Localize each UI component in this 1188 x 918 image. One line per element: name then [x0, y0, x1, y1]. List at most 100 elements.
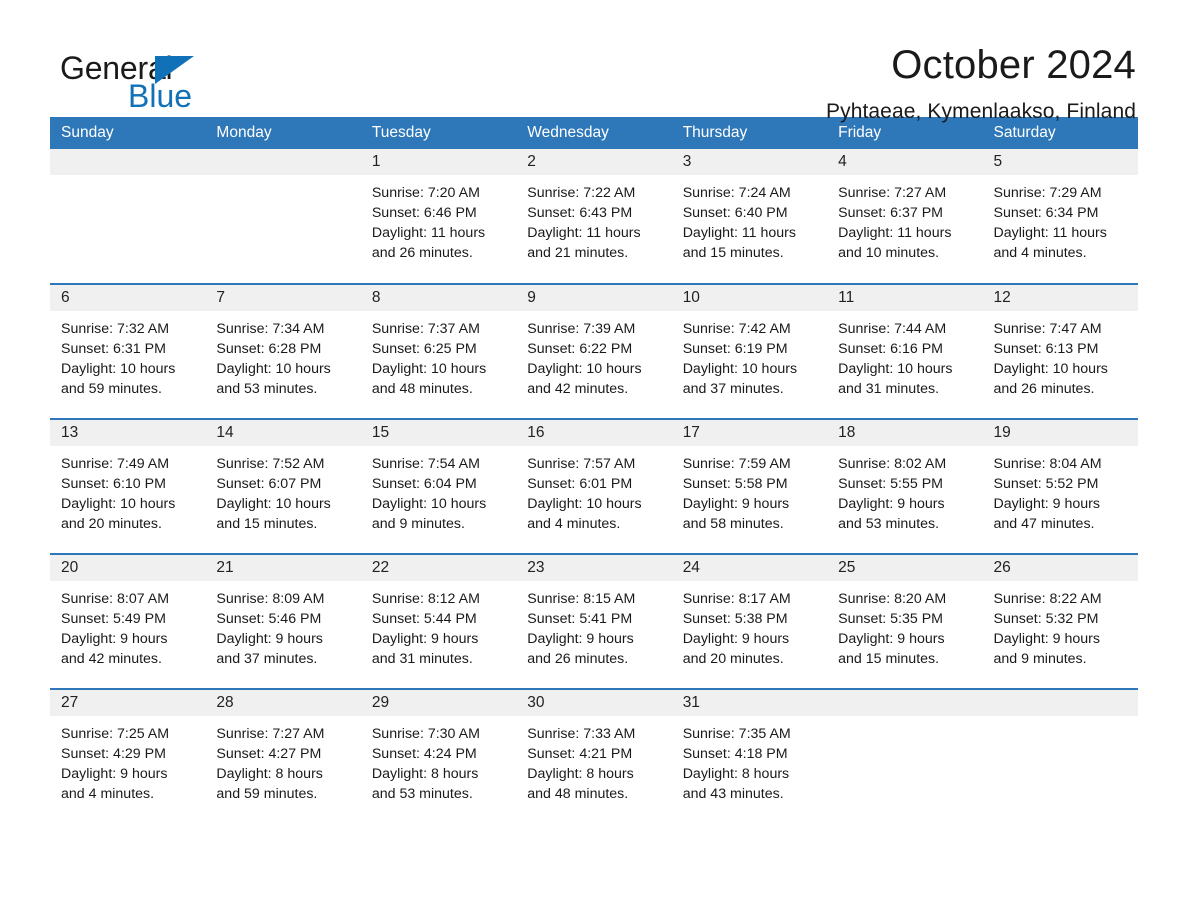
day-cell: 10 Sunrise: 7:42 AM Sunset: 6:19 PM Dayligh… — [671, 285, 828, 418]
daylight-duration-line2: and 48 minutes. — [527, 786, 629, 803]
calendar-day-cell[interactable]: 10 Sunrise: 7:42 AM Sunset: 6:19 PM Dayligh… — [671, 283, 828, 420]
page-header: General Blue October 2024 Pyhtaeae, Kyme… — [50, 0, 1138, 123]
calendar-day-cell[interactable]: 3 Sunrise: 7:24 AM Sunset: 6:40 PM Daylight… — [671, 149, 828, 285]
daylight-duration-line2: and 4 minutes. — [993, 245, 1087, 262]
calendar-day-cell[interactable]: 31 Sunrise: 7:35 AM Sunset: 4:18 PM Dayligh… — [671, 688, 828, 825]
sunset-time: Sunset: 6:16 PM — [838, 341, 943, 358]
day-cell: 25 Sunrise: 8:20 AM Sunset: 5:35 PM Dayligh… — [827, 555, 983, 688]
calendar-week-row: 20 Sunrise: 8:07 AM Sunset: 5:49 PM Dayligh… — [50, 553, 1138, 690]
daylight-duration-line1: Daylight: 10 hours — [682, 361, 798, 378]
day-cell: 5 Sunrise: 7:29 AM Sunset: 6:34 PM Daylight… — [982, 149, 1138, 282]
daylight-duration-line1: Daylight: 11 hours — [682, 225, 796, 242]
calendar-day-cell[interactable]: 1 Sunrise: 7:20 AM Sunset: 6:46 PM Daylight… — [360, 149, 517, 285]
day-number: 18 — [827, 420, 983, 447]
calendar-day-cell[interactable]: 24 Sunrise: 8:17 AM Sunset: 5:38 PM Dayligh… — [671, 553, 828, 690]
sunset-time: Sunset: 6:46 PM — [371, 205, 477, 222]
day-cell: 27 Sunrise: 7:25 AM Sunset: 4:29 PM Dayligh… — [50, 690, 206, 823]
sunrise-time: Sunrise: 8:17 AM — [682, 591, 791, 608]
calendar-day-cell[interactable]: 19 Sunrise: 8:04 AM Sunset: 5:52 PM Dayligh… — [982, 418, 1138, 555]
sunrise-time: Sunrise: 8:09 AM — [216, 591, 325, 608]
day-cell: 21 Sunrise: 8:09 AM Sunset: 5:46 PM Dayligh… — [205, 555, 361, 688]
daylight-duration-line2: and 59 minutes. — [61, 381, 162, 398]
calendar-day-cell[interactable]: 20 Sunrise: 8:07 AM Sunset: 5:49 PM Dayligh… — [50, 553, 206, 690]
sunset-time: Sunset: 5:35 PM — [838, 611, 943, 628]
daylight-duration-line2: and 42 minutes. — [527, 381, 629, 398]
daylight-duration-line2: and 47 minutes. — [993, 516, 1095, 533]
day-cell: 15 Sunrise: 7:54 AM Sunset: 6:04 PM Dayligh… — [360, 420, 517, 553]
day-cell: 6 Sunrise: 7:32 AM Sunset: 6:31 PM Daylight… — [50, 285, 206, 418]
sunrise-time: Sunrise: 7:32 AM — [61, 321, 170, 338]
sunset-time: Sunset: 6:25 PM — [371, 341, 477, 358]
daylight-duration-line1: Daylight: 9 hours — [527, 631, 634, 648]
day-number: 10 — [671, 285, 828, 312]
sunset-time: Sunset: 5:58 PM — [682, 476, 788, 493]
location-subtitle: Pyhtaeae, Kymenlaakso, Finland — [825, 100, 1136, 123]
calendar-day-cell[interactable]: 30 Sunrise: 7:33 AM Sunset: 4:21 PM Dayligh… — [516, 688, 672, 825]
sunset-time: Sunset: 6:22 PM — [527, 341, 633, 358]
day-details: Sunrise: 7:42 AM Sunset: 6:19 PM Daylight:… — [672, 311, 827, 399]
day-number — [205, 149, 361, 176]
brand-name-blue: Blue — [128, 78, 193, 114]
day-cell: 26 Sunrise: 8:22 AM Sunset: 5:32 PM Dayligh… — [982, 555, 1138, 688]
sunset-time: Sunset: 6:40 PM — [682, 205, 788, 222]
sunset-time: Sunset: 5:38 PM — [682, 611, 788, 628]
day-number: 9 — [516, 285, 672, 312]
day-details: Sunrise: 7:49 AM Sunset: 6:10 PM Daylight:… — [50, 446, 205, 534]
calendar-day-cell[interactable]: 17 Sunrise: 7:59 AM Sunset: 5:58 PM Dayligh… — [671, 418, 828, 555]
calendar-day-cell[interactable]: 11 Sunrise: 7:44 AM Sunset: 6:16 PM Dayligh… — [827, 283, 983, 420]
calendar-day-cell[interactable]: 14 Sunrise: 7:52 AM Sunset: 6:07 PM Dayligh… — [205, 418, 361, 555]
calendar-day-cell — [982, 688, 1138, 825]
calendar-day-cell[interactable]: 6 Sunrise: 7:32 AM Sunset: 6:31 PM Daylight… — [50, 283, 206, 420]
sunset-time: Sunset: 6:04 PM — [371, 476, 477, 493]
calendar-day-cell[interactable]: 9 Sunrise: 7:39 AM Sunset: 6:22 PM Daylight… — [516, 283, 672, 420]
sunrise-time: Sunrise: 8:20 AM — [838, 591, 947, 608]
calendar-day-cell[interactable]: 22 Sunrise: 8:12 AM Sunset: 5:44 PM Dayligh… — [360, 553, 517, 690]
calendar-day-cell[interactable]: 23 Sunrise: 8:15 AM Sunset: 5:41 PM Dayligh… — [516, 553, 672, 690]
calendar-day-cell[interactable]: 13 Sunrise: 7:49 AM Sunset: 6:10 PM Dayligh… — [50, 418, 206, 555]
sunrise-time: Sunrise: 7:20 AM — [371, 185, 480, 202]
calendar-day-cell — [50, 149, 206, 285]
day-cell: 29 Sunrise: 7:30 AM Sunset: 4:24 PM Dayligh… — [360, 690, 517, 823]
day-number: 8 — [360, 285, 517, 312]
day-number: 27 — [50, 690, 206, 717]
calendar-day-cell[interactable]: 4 Sunrise: 7:27 AM Sunset: 6:37 PM Daylight… — [827, 149, 983, 285]
sunset-time: Sunset: 6:31 PM — [61, 341, 166, 358]
calendar-day-cell[interactable]: 8 Sunrise: 7:37 AM Sunset: 6:25 PM Daylight… — [360, 283, 517, 420]
calendar-day-cell[interactable]: 25 Sunrise: 8:20 AM Sunset: 5:35 PM Dayligh… — [827, 553, 983, 690]
calendar-day-cell[interactable]: 2 Sunrise: 7:22 AM Sunset: 6:43 PM Daylight… — [516, 149, 672, 285]
calendar-day-cell[interactable]: 29 Sunrise: 7:30 AM Sunset: 4:24 PM Dayligh… — [360, 688, 517, 825]
sunrise-time: Sunrise: 7:39 AM — [527, 321, 636, 338]
sunset-time: Sunset: 4:27 PM — [216, 746, 322, 763]
daylight-duration-line2: and 26 minutes. — [993, 381, 1095, 398]
sunrise-time: Sunrise: 7:47 AM — [993, 321, 1102, 338]
daylight-duration-line1: Daylight: 10 hours — [527, 361, 642, 378]
sunrise-time: Sunrise: 8:02 AM — [838, 456, 947, 473]
day-number: 2 — [516, 149, 672, 176]
day-number: 15 — [360, 420, 517, 447]
calendar-day-cell[interactable]: 26 Sunrise: 8:22 AM Sunset: 5:32 PM Dayligh… — [982, 553, 1138, 690]
daylight-duration-line2: and 15 minutes. — [216, 516, 318, 533]
calendar-day-cell[interactable]: 15 Sunrise: 7:54 AM Sunset: 6:04 PM Dayligh… — [360, 418, 517, 555]
day-cell: 19 Sunrise: 8:04 AM Sunset: 5:52 PM Dayligh… — [982, 420, 1138, 553]
day-details: Sunrise: 7:37 AM Sunset: 6:25 PM Daylight:… — [361, 311, 516, 399]
calendar-day-cell[interactable]: 27 Sunrise: 7:25 AM Sunset: 4:29 PM Dayligh… — [50, 688, 206, 825]
sunset-time: Sunset: 6:34 PM — [993, 205, 1099, 222]
daylight-duration-line1: Daylight: 10 hours — [993, 361, 1108, 378]
calendar-day-cell[interactable]: 16 Sunrise: 7:57 AM Sunset: 6:01 PM Dayligh… — [516, 418, 672, 555]
calendar-day-cell[interactable]: 28 Sunrise: 7:27 AM Sunset: 4:27 PM Dayligh… — [205, 688, 361, 825]
day-number: 7 — [205, 285, 361, 312]
calendar-day-cell[interactable]: 18 Sunrise: 8:02 AM Sunset: 5:55 PM Dayligh… — [827, 418, 983, 555]
daylight-duration-line2: and 9 minutes. — [993, 651, 1087, 668]
day-number: 17 — [671, 420, 828, 447]
weekday-header-thursday: Thursday — [671, 117, 828, 150]
daylight-duration-line1: Daylight: 11 hours — [838, 225, 952, 242]
sunset-time: Sunset: 5:52 PM — [993, 476, 1099, 493]
calendar-day-cell[interactable]: 21 Sunrise: 8:09 AM Sunset: 5:46 PM Dayligh… — [205, 553, 361, 690]
brand-logo[interactable]: General Blue — [50, 44, 240, 114]
daylight-duration-line1: Daylight: 9 hours — [993, 496, 1100, 513]
calendar-day-cell[interactable]: 7 Sunrise: 7:34 AM Sunset: 6:28 PM Daylight… — [205, 283, 361, 420]
calendar-day-cell[interactable]: 5 Sunrise: 7:29 AM Sunset: 6:34 PM Daylight… — [982, 149, 1138, 285]
sunset-time: Sunset: 6:28 PM — [216, 341, 322, 358]
calendar-day-cell[interactable]: 12 Sunrise: 7:47 AM Sunset: 6:13 PM Dayligh… — [982, 283, 1138, 420]
day-details: Sunrise: 7:35 AM Sunset: 4:18 PM Daylight:… — [672, 716, 827, 804]
